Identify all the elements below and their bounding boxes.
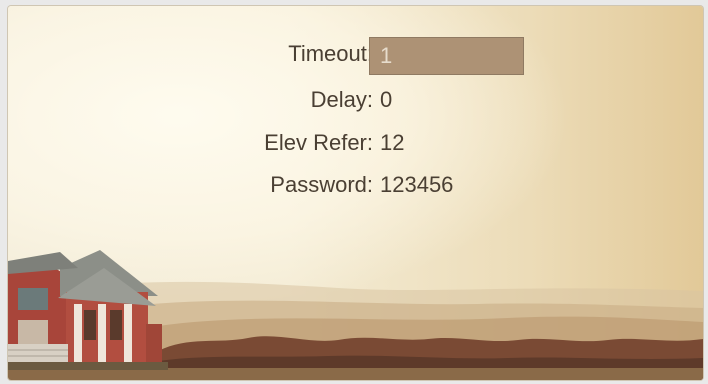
timeout-label: Timeout:	[288, 41, 373, 66]
elev-refer-value[interactable]: 12	[380, 125, 404, 161]
password-value[interactable]: 123456	[380, 167, 453, 203]
password-row: Password: 123456	[8, 167, 703, 203]
settings-screen: Timeout: 1 Delay: 0 Elev Refer: 12 Passw…	[8, 6, 703, 380]
timeout-field[interactable]: 1	[369, 37, 524, 75]
device-frame: Timeout: 1 Delay: 0 Elev Refer: 12 Passw…	[0, 0, 708, 384]
password-label: Password:	[270, 172, 373, 197]
delay-label: Delay:	[310, 87, 373, 112]
delay-row: Delay: 0	[8, 82, 703, 118]
delay-value[interactable]: 0	[380, 82, 392, 118]
timeout-row: Timeout: 1	[8, 36, 703, 75]
elev-refer-label: Elev Refer:	[264, 130, 373, 155]
elev-refer-row: Elev Refer: 12	[8, 125, 703, 161]
house-illustration	[8, 250, 168, 370]
